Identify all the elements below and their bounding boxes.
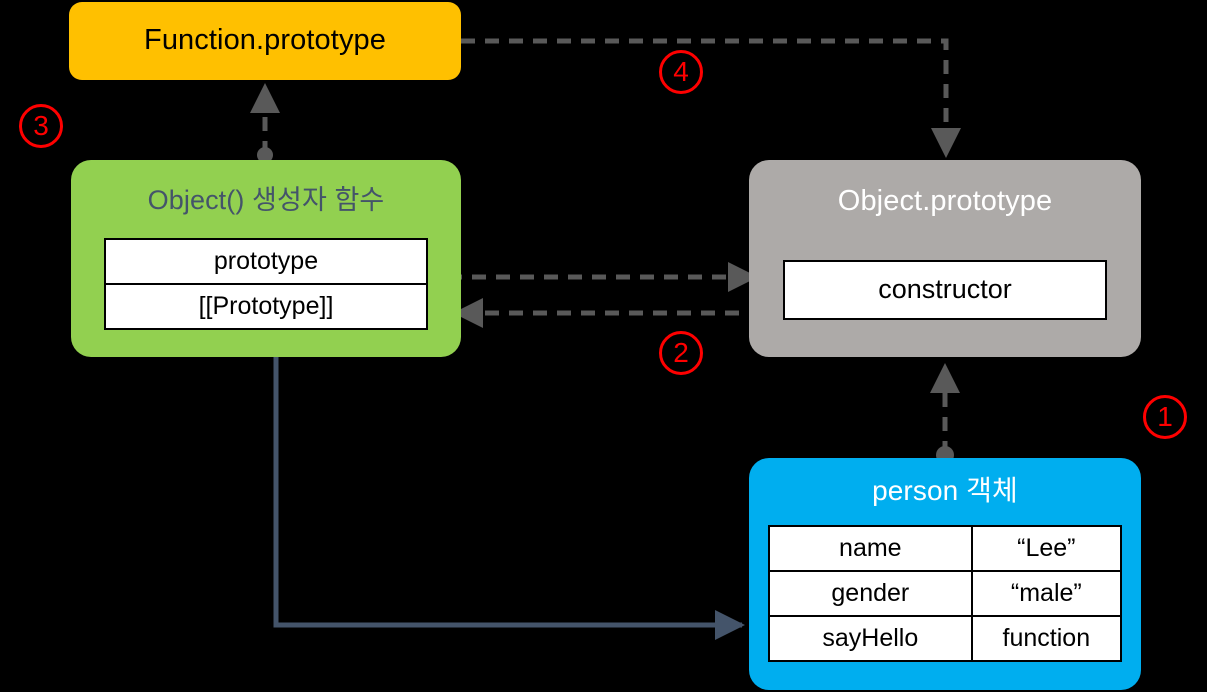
node-object-prototype-title: Object.prototype	[837, 185, 1053, 217]
connector-object-ctor-to-function-prototype	[250, 83, 280, 163]
table-row: sayHello function	[768, 614, 1123, 662]
node-object-constructor[interactable]: Object() 생성자 함수 prototype [[Prototype]]	[71, 160, 461, 357]
table-row: name “Lee”	[768, 524, 1123, 572]
object-constructor-property-table: prototype [[Prototype]]	[104, 237, 428, 330]
table-row: prototype	[104, 237, 428, 285]
property-value-name: “Lee”	[970, 524, 1123, 572]
property-key-sayhello: sayHello	[768, 614, 973, 662]
step-marker-3: 3	[19, 104, 63, 148]
property-key-gender: gender	[768, 569, 973, 617]
property-key-name: name	[768, 524, 973, 572]
connector-prototype-to-object-prototype	[415, 262, 758, 292]
diagram-canvas: Function.prototype Object() 생성자 함수 proto…	[0, 0, 1207, 692]
object-prototype-property-table: constructor	[783, 259, 1107, 320]
node-person-object[interactable]: person 객체 name “Lee” gender “male” sayHe…	[749, 458, 1141, 690]
node-function-prototype[interactable]: Function.prototype	[69, 2, 461, 80]
property-internal-prototype: [[Prototype]]	[104, 282, 428, 330]
connector-object-ctor-to-person	[273, 357, 745, 640]
step-marker-1: 1	[1143, 395, 1187, 439]
table-row: gender “male”	[768, 569, 1123, 617]
property-constructor: constructor	[783, 259, 1107, 320]
step-marker-2: 2	[659, 331, 703, 375]
node-object-prototype[interactable]: Object.prototype constructor	[749, 160, 1141, 357]
step-marker-4: 4	[659, 50, 703, 94]
connector-function-prototype-to-object-prototype	[461, 38, 961, 158]
table-row: constructor	[783, 259, 1107, 320]
property-value-sayhello: function	[970, 614, 1123, 662]
connector-constructor-to-object-ctor	[453, 298, 796, 328]
person-property-table: name “Lee” gender “male” sayHello functi…	[768, 524, 1123, 662]
table-row: [[Prototype]]	[104, 282, 428, 330]
connector-person-to-object-prototype	[930, 363, 960, 464]
node-person-object-title: person 객체	[872, 475, 1018, 506]
property-prototype: prototype	[104, 237, 428, 285]
property-value-gender: “male”	[970, 569, 1123, 617]
node-function-prototype-title: Function.prototype	[144, 24, 386, 57]
node-object-constructor-title: Object() 생성자 함수	[147, 185, 385, 215]
